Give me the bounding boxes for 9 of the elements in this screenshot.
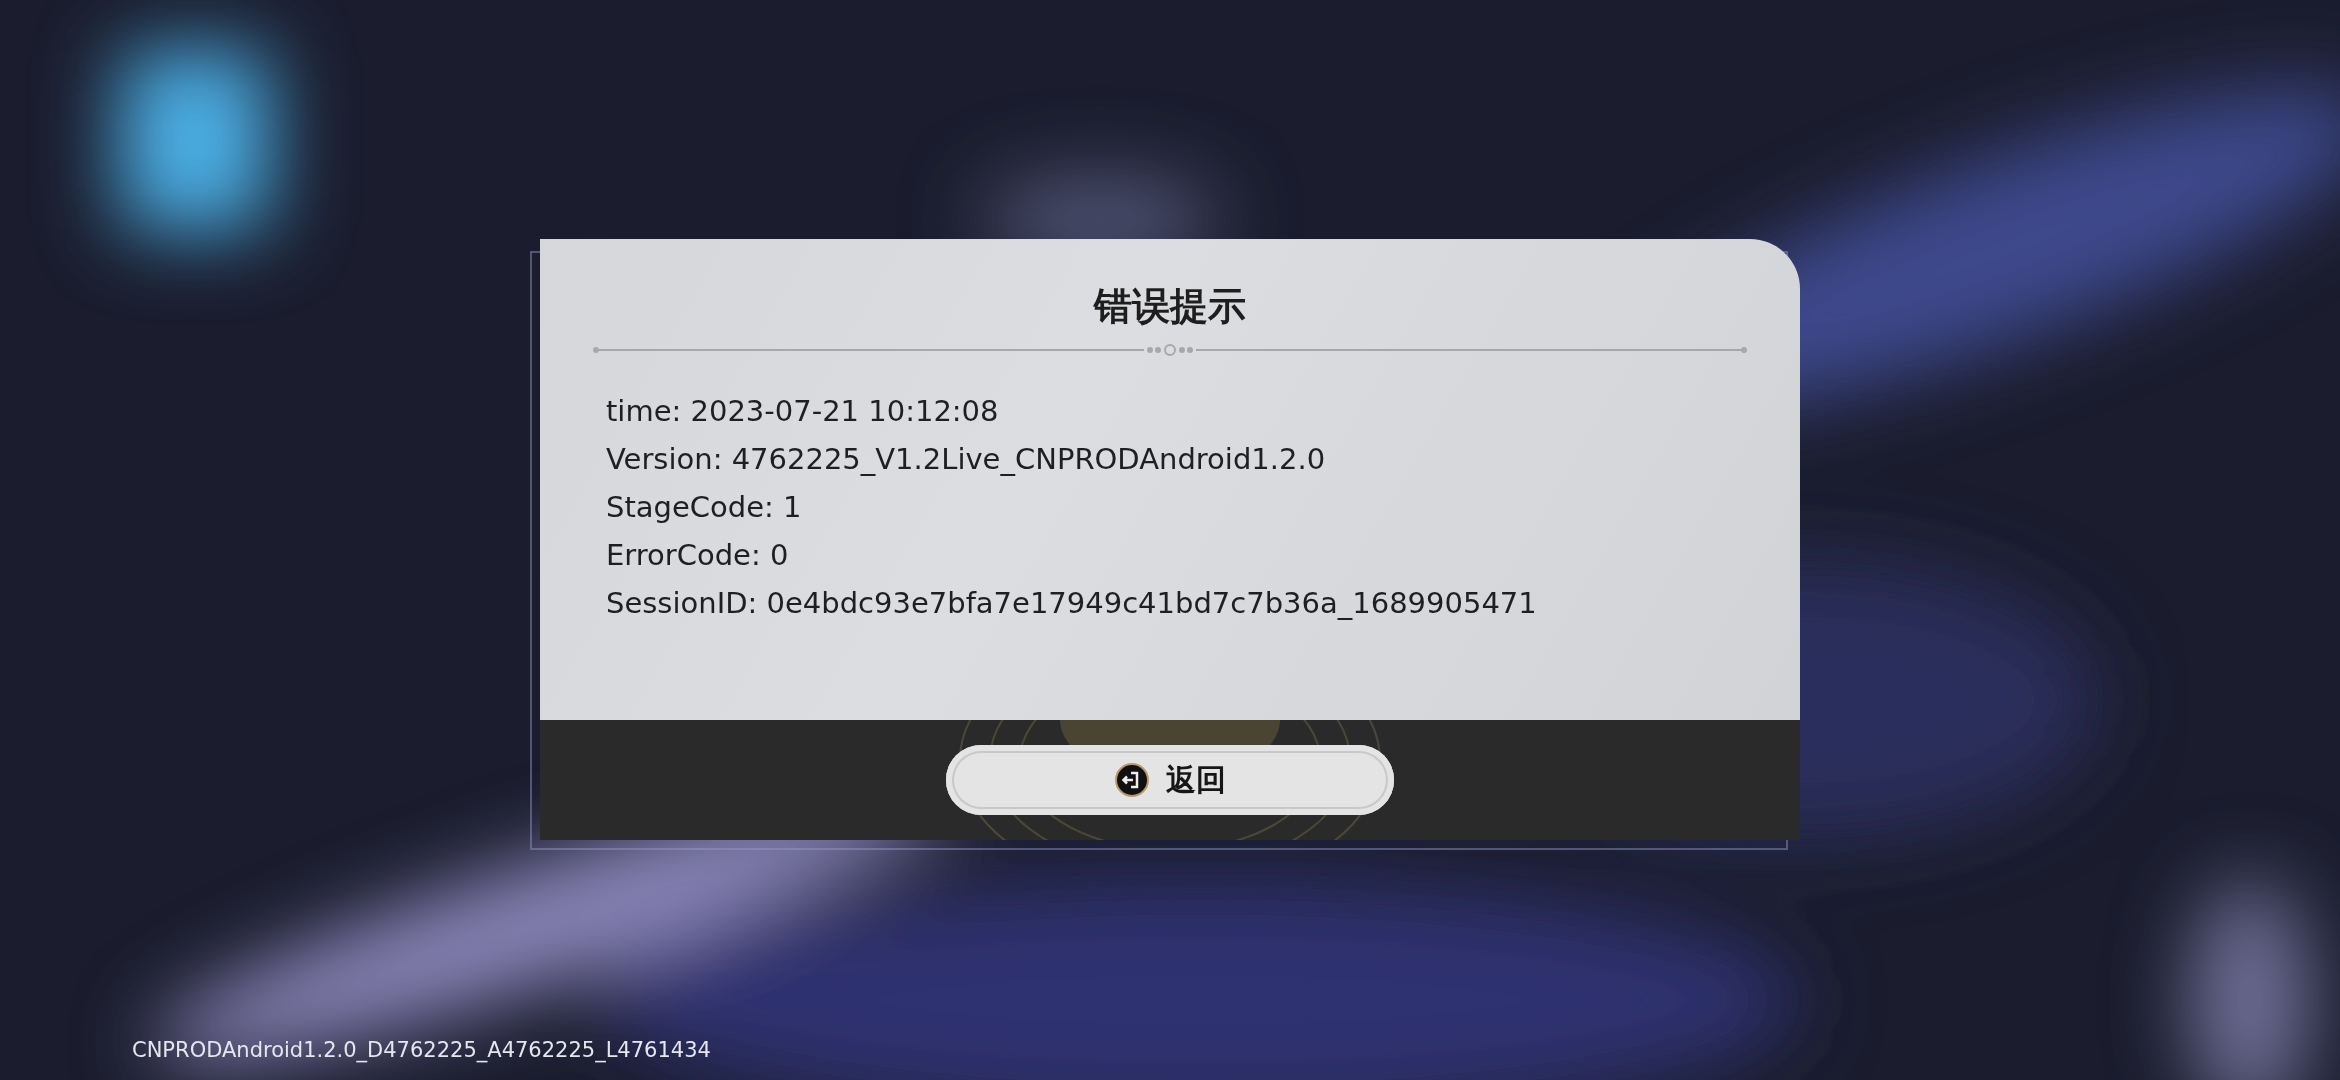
error-detail-line: StageCode: 1 — [606, 489, 803, 526]
build-version-label: CNPRODAndroid1.2.0_D4762225_A4762225_L4761434 — [132, 1038, 711, 1062]
error-detail-line: SessionID: 0e4bdc93e7bfa7e17949c41bd7c7b36a_1689905471 — [606, 585, 1538, 622]
error-detail-line: time: 2023-07-21 10:12:08 — [606, 393, 1000, 430]
dialog-title: 错误提示 — [1094, 283, 1246, 330]
error-detail-line: ErrorCode: 0 — [606, 537, 790, 574]
exit-icon — [1114, 762, 1150, 798]
error-detail-line: Version: 4762225_V1.2Live_CNPRODAndroid1.2.0 — [606, 441, 1327, 478]
back-button[interactable]: 返回 — [946, 745, 1394, 815]
